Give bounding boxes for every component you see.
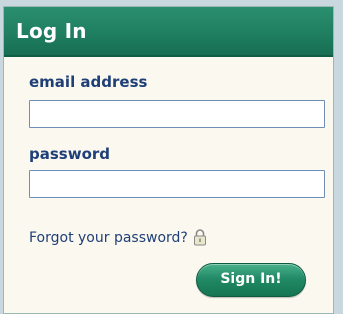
forgot-password-link[interactable]: Forgot your password? [29,229,207,246]
password-field[interactable] [29,170,325,198]
login-panel: Log In email address password Forgot you… [3,6,334,314]
forgot-password-text: Forgot your password? [29,229,188,246]
password-label: password [29,145,111,163]
email-field[interactable] [29,100,325,128]
login-header: Log In [4,7,333,57]
login-title: Log In [16,19,87,43]
lock-icon [193,229,207,246]
email-label: email address [29,73,148,91]
sign-in-button[interactable]: Sign In! [196,263,306,297]
